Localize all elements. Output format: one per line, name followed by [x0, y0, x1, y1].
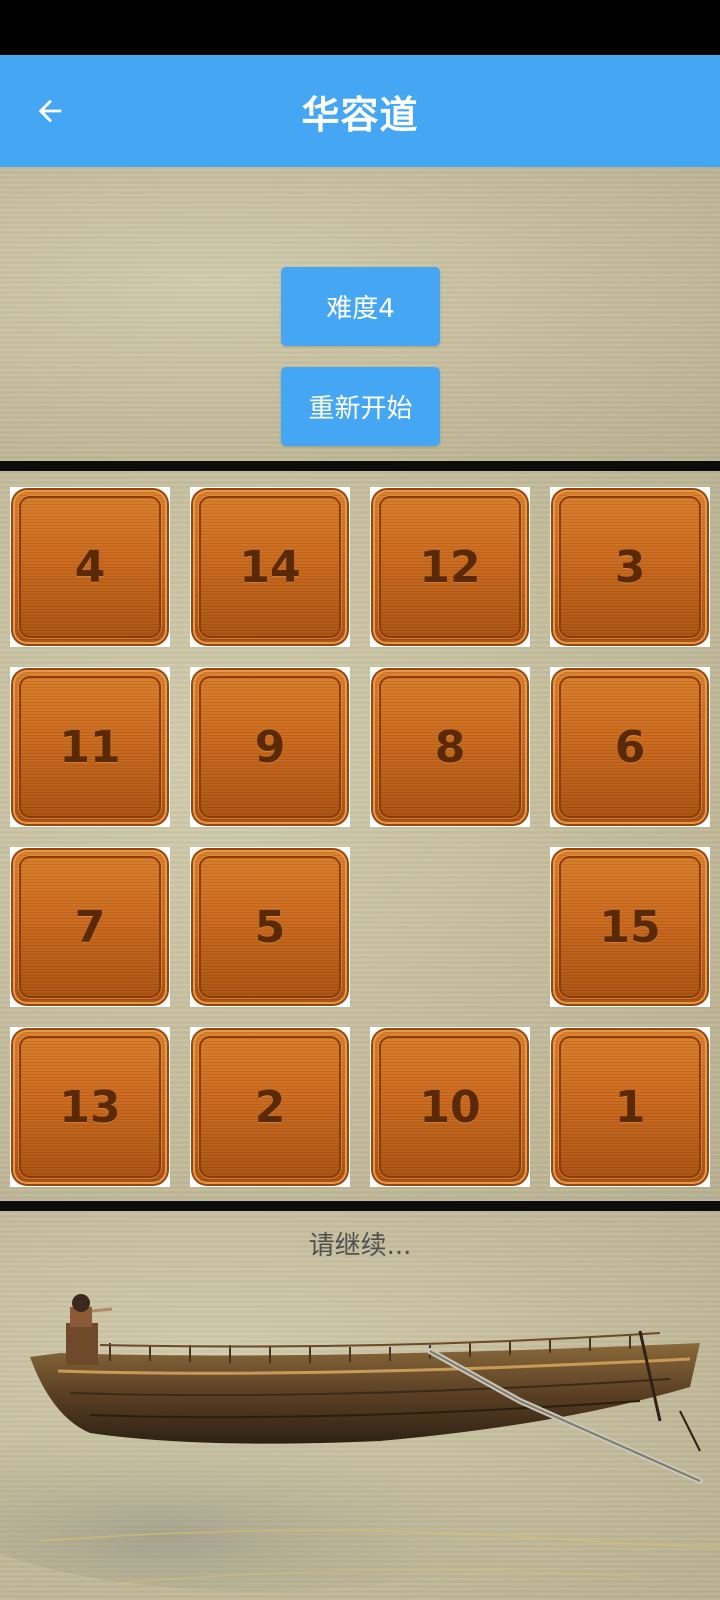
puzzle-tile[interactable]: 5 — [190, 847, 350, 1007]
puzzle-tile[interactable]: 6 — [550, 667, 710, 827]
puzzle-tile[interactable]: 4 — [10, 487, 170, 647]
tile-number: 10 — [419, 1081, 481, 1133]
status-text: 请继续... — [308, 1231, 412, 1261]
tile-number: 4 — [74, 541, 106, 593]
puzzle-tile[interactable]: 10 — [370, 1027, 530, 1187]
boat-illustration — [0, 1294, 720, 1591]
tile-face: 10 — [371, 1028, 529, 1186]
tile-face: 8 — [371, 668, 529, 826]
puzzle-tile[interactable]: 8 — [370, 667, 530, 827]
puzzle-tile[interactable]: 14 — [190, 487, 350, 647]
tile-face: 14 — [191, 488, 349, 646]
tile-face: 13 — [11, 1028, 169, 1186]
tile-face: 7 — [11, 848, 169, 1006]
tile-number: 7 — [74, 901, 106, 953]
tile-face: 15 — [551, 848, 709, 1006]
tile-face: 12 — [371, 488, 529, 646]
restart-button[interactable]: 重新开始 — [281, 367, 440, 446]
status-bar — [0, 0, 720, 55]
app-bar: 华容道 — [0, 55, 720, 167]
tile-face: 11 — [11, 668, 169, 826]
divider — [0, 461, 720, 471]
puzzle-tile[interactable]: 1 — [550, 1027, 710, 1187]
tile-number: 12 — [419, 541, 481, 593]
puzzle-tile[interactable]: 15 — [550, 847, 710, 1007]
divider — [0, 1201, 720, 1211]
tile-face: 4 — [11, 488, 169, 646]
tile-number: 6 — [614, 721, 646, 773]
tile-number: 14 — [239, 541, 301, 593]
tile-number: 2 — [254, 1081, 286, 1133]
footer-panel: 请继续... — [0, 1211, 720, 1600]
tile-number: 15 — [599, 901, 661, 953]
tile-number: 9 — [254, 721, 286, 773]
puzzle-tile[interactable]: 9 — [190, 667, 350, 827]
tile-number: 11 — [59, 721, 121, 773]
puzzle-tile[interactable]: 7 — [10, 847, 170, 1007]
tile-number: 3 — [614, 541, 646, 593]
tile-face: 3 — [551, 488, 709, 646]
tile-face: 9 — [191, 668, 349, 826]
page-title: 华容道 — [301, 92, 419, 137]
difficulty-button[interactable]: 难度4 — [281, 267, 440, 346]
puzzle-tile[interactable]: 2 — [190, 1027, 350, 1187]
puzzle-tile[interactable]: 12 — [370, 487, 530, 647]
tile-number: 8 — [434, 721, 466, 773]
tile-number: 5 — [254, 901, 286, 953]
tile-face: 1 — [551, 1028, 709, 1186]
puzzle-board: 4 14 12 3 11 9 8 6 7 5 15 13 2 10 1 — [0, 471, 720, 1201]
tile-number: 13 — [59, 1081, 121, 1133]
controls-panel: 难度4 重新开始 — [0, 167, 720, 461]
puzzle-tile[interactable]: 11 — [10, 667, 170, 827]
tile-face: 6 — [551, 668, 709, 826]
tile-face: 2 — [191, 1028, 349, 1186]
puzzle-tile[interactable]: 3 — [550, 487, 710, 647]
tile-number: 1 — [614, 1081, 646, 1133]
tile-face: 5 — [191, 848, 349, 1006]
puzzle-tile[interactable]: 13 — [10, 1027, 170, 1187]
